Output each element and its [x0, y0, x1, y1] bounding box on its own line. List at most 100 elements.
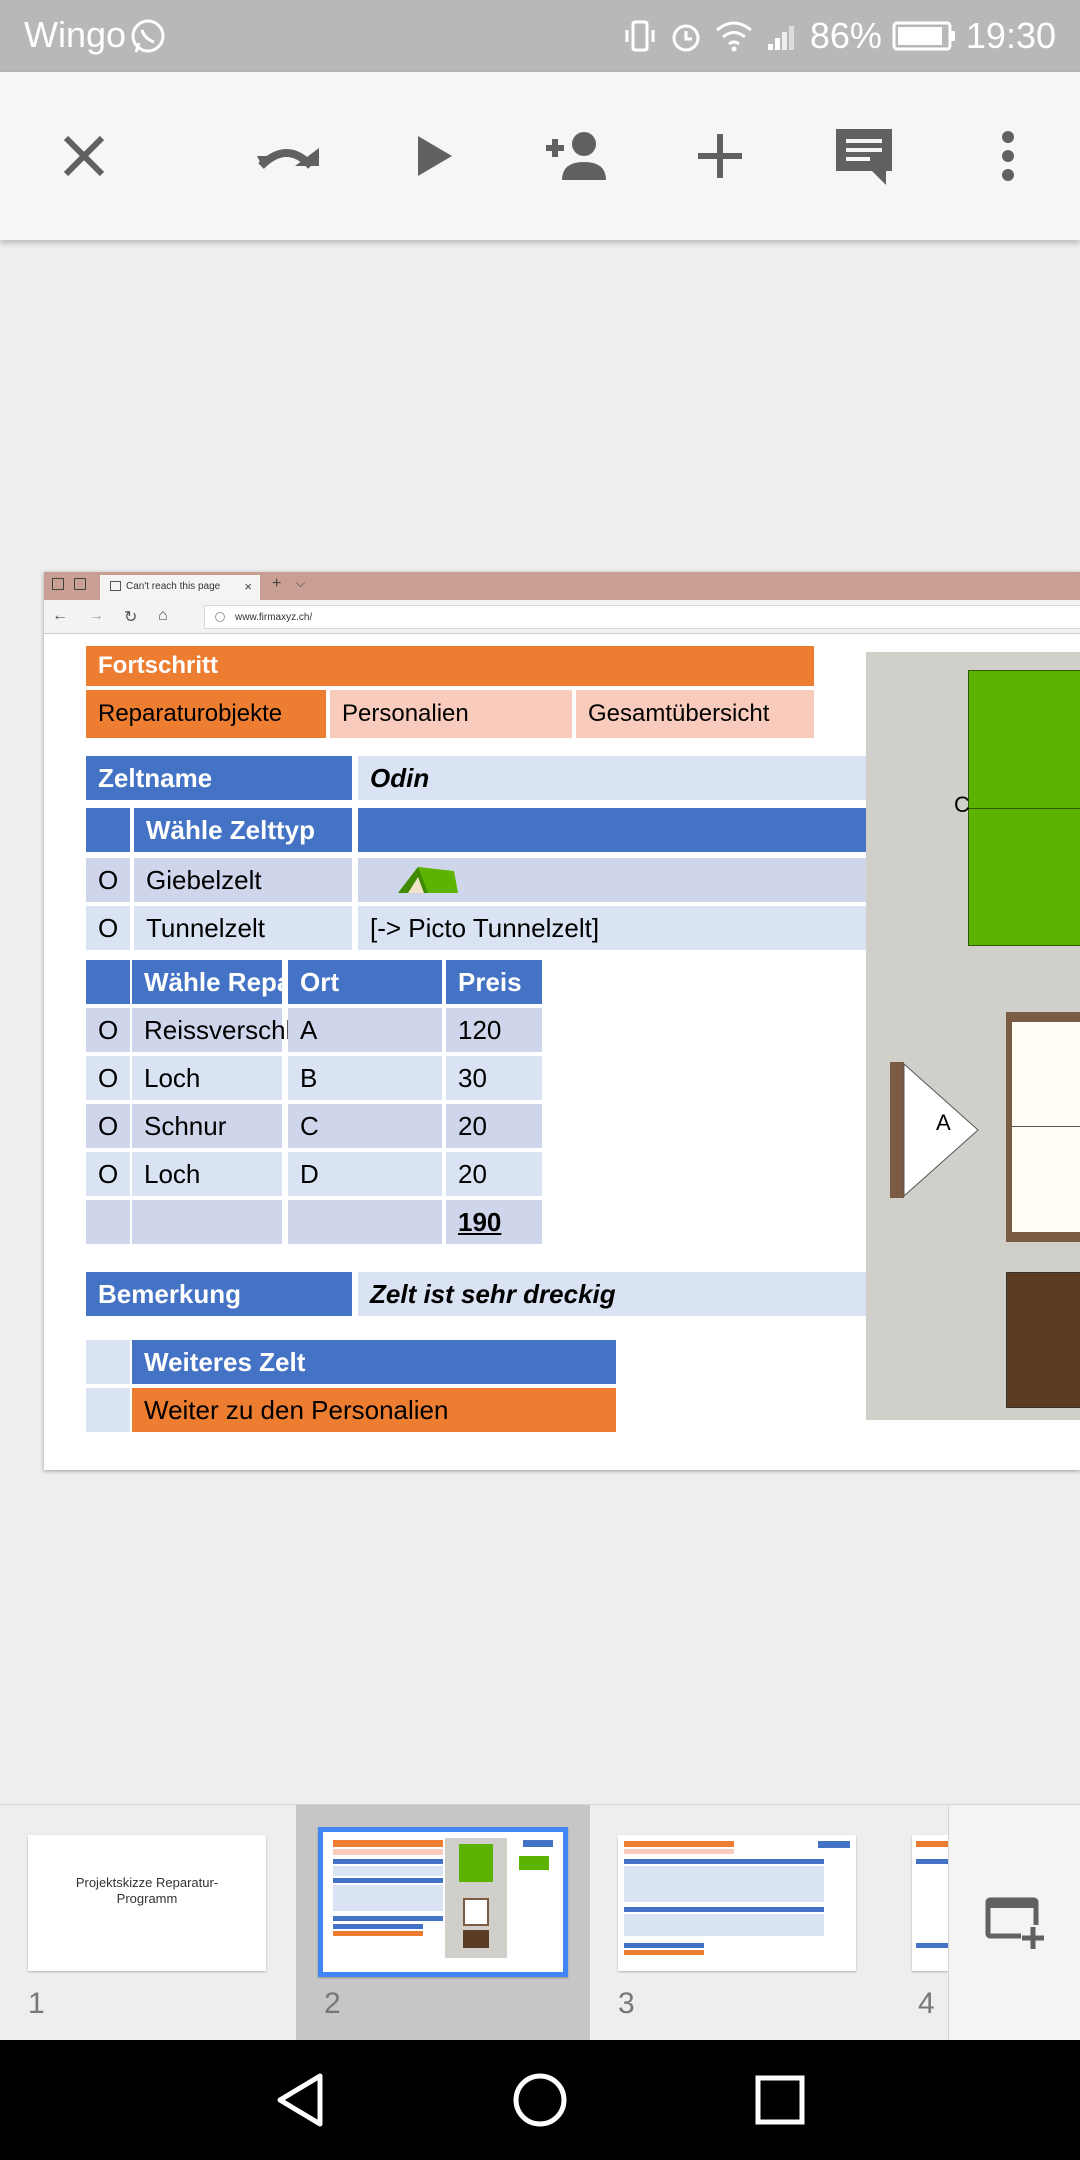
tent-type-name[interactable]: Giebelzelt	[134, 858, 352, 902]
tent-type-header: Wähle Zelttyp	[134, 808, 352, 852]
repair-header-blank	[86, 960, 130, 1004]
refresh-icon: ↻	[124, 609, 138, 626]
more-options-button[interactable]	[968, 116, 1048, 196]
repair-header-item: Wähle Reparatur	[132, 960, 351, 1004]
slide-number: 1	[28, 1987, 45, 2020]
location-label-c: C	[954, 792, 970, 817]
total-row-blank	[132, 1200, 282, 1244]
new-tab-icon: +	[272, 575, 282, 592]
url-text: www.firmaxyz.ch/	[235, 612, 313, 623]
slide-number: 2	[324, 1987, 341, 2020]
add-button[interactable]	[680, 116, 760, 196]
repair-radio[interactable]: O	[86, 1056, 130, 1100]
alarm-icon	[672, 24, 700, 52]
continue-button[interactable]: Weiter zu den Personalien	[132, 1388, 616, 1432]
repair-location: B	[288, 1056, 442, 1100]
progress-header: Fortschritt	[86, 646, 814, 686]
repair-header-price: Preis	[446, 960, 542, 1004]
present-button[interactable]	[394, 116, 474, 196]
slide-thumbnail[interactable]: Projektskizze Reparatur-Programm 1	[0, 1805, 294, 2041]
new-slide-button[interactable]	[948, 1805, 1080, 2041]
mini-row	[333, 1916, 443, 1921]
wifi-icon	[715, 21, 752, 52]
mini-header	[916, 1841, 948, 1847]
tab-close-icon: ×	[244, 579, 252, 594]
more-vert-icon	[1002, 131, 1014, 181]
close-button[interactable]	[44, 116, 124, 196]
battery-icon	[892, 21, 955, 51]
slide-number: 3	[618, 1987, 635, 2020]
play-icon	[418, 136, 452, 176]
info-icon	[215, 612, 225, 622]
repair-item[interactable]: Loch	[132, 1152, 282, 1196]
tent-name-label: Zeltname	[86, 756, 352, 800]
tent-type-name[interactable]: Tunnelzelt	[134, 906, 352, 950]
window-icon	[52, 578, 64, 590]
slide-thumbnail-selected[interactable]: 2	[296, 1805, 590, 2041]
slides-toolbar	[0, 72, 1080, 240]
thumbnail-preview	[318, 1827, 568, 1977]
mini-row	[333, 1866, 443, 1876]
recents-icon[interactable]	[750, 2070, 810, 2130]
repair-location: A	[288, 1008, 442, 1052]
thumbnail-title: Projektskizze Reparatur-Programm	[75, 1875, 219, 1906]
slide-thumbnail[interactable]: 4	[884, 1805, 948, 2041]
remark-value[interactable]: Zelt ist sehr dreckig	[358, 1272, 900, 1316]
mini-row	[333, 1859, 443, 1864]
mini-row	[624, 1859, 824, 1864]
repair-item[interactable]: Schnur	[132, 1104, 282, 1148]
mini-tent-icon	[519, 1856, 549, 1870]
repair-price: 30	[446, 1056, 542, 1100]
tab-personalien[interactable]: Personalien	[330, 690, 572, 738]
next-tent-button[interactable]: Weiteres Zelt	[132, 1340, 616, 1384]
slide-thumbnail[interactable]: 3	[590, 1805, 884, 2041]
repair-location: D	[288, 1152, 442, 1196]
mini-row	[333, 1924, 423, 1929]
system-nav-bar	[0, 2040, 1080, 2160]
slide-canvas[interactable]: Can't reach this page × + ⌵ ← → ↻ ⌂ www.…	[44, 572, 1080, 1470]
tent-name-value[interactable]: Odin	[358, 756, 900, 800]
add-slide-icon	[985, 1897, 1047, 1951]
mini-row	[916, 1943, 948, 1948]
repair-radio[interactable]: O	[86, 1104, 130, 1148]
tabs-icon	[74, 578, 86, 590]
comments-button[interactable]	[824, 116, 904, 196]
tent-type-radio[interactable]: O	[86, 906, 130, 950]
mini-row	[624, 1943, 704, 1948]
total-row-blank	[288, 1200, 442, 1244]
continue-blank	[86, 1388, 130, 1432]
repair-price: 120	[446, 1008, 542, 1052]
mini-row	[333, 1885, 443, 1911]
price-total: 190	[446, 1200, 542, 1244]
tent-type-picto-cell	[358, 858, 900, 902]
signal-icon	[767, 26, 794, 50]
repair-radio[interactable]: O	[86, 1008, 130, 1052]
tab-gesamtuebersicht[interactable]: Gesamtübersicht	[576, 690, 814, 738]
home-small-icon: ⌂	[158, 607, 168, 624]
carrier-name: Wingo	[24, 14, 127, 55]
share-button[interactable]	[536, 116, 616, 196]
mini-header	[333, 1840, 443, 1847]
tent-type-radio[interactable]: O	[86, 858, 130, 902]
repair-item[interactable]: Reissverschluss	[132, 1008, 332, 1052]
browser-tab-title: Can't reach this page	[126, 581, 221, 592]
redo-button[interactable]	[248, 116, 328, 196]
mini-badge	[523, 1840, 553, 1847]
repair-price: 20	[446, 1104, 542, 1148]
repair-item[interactable]: Loch	[132, 1056, 282, 1100]
thumbnail-preview	[618, 1835, 856, 1971]
slide-thumbnail-strip: Projektskizze Reparatur-Programm 1 2 3 4	[0, 1804, 1080, 2041]
mini-floor	[463, 1898, 489, 1926]
mini-row	[624, 1907, 824, 1912]
next-tent-blank	[86, 1340, 130, 1384]
tab-reparaturobjekte[interactable]: Reparaturobjekte	[86, 690, 326, 738]
repair-radio[interactable]: O	[86, 1152, 130, 1196]
browser-tab: Can't reach this page ×	[100, 575, 260, 600]
repair-location: C	[288, 1104, 442, 1148]
back-icon[interactable]	[270, 2070, 330, 2130]
comment-icon	[836, 129, 892, 185]
home-icon[interactable]	[510, 2070, 570, 2130]
remark-label: Bemerkung	[86, 1272, 352, 1316]
mini-entrance	[463, 1930, 489, 1948]
clock: 19:30	[965, 15, 1056, 56]
